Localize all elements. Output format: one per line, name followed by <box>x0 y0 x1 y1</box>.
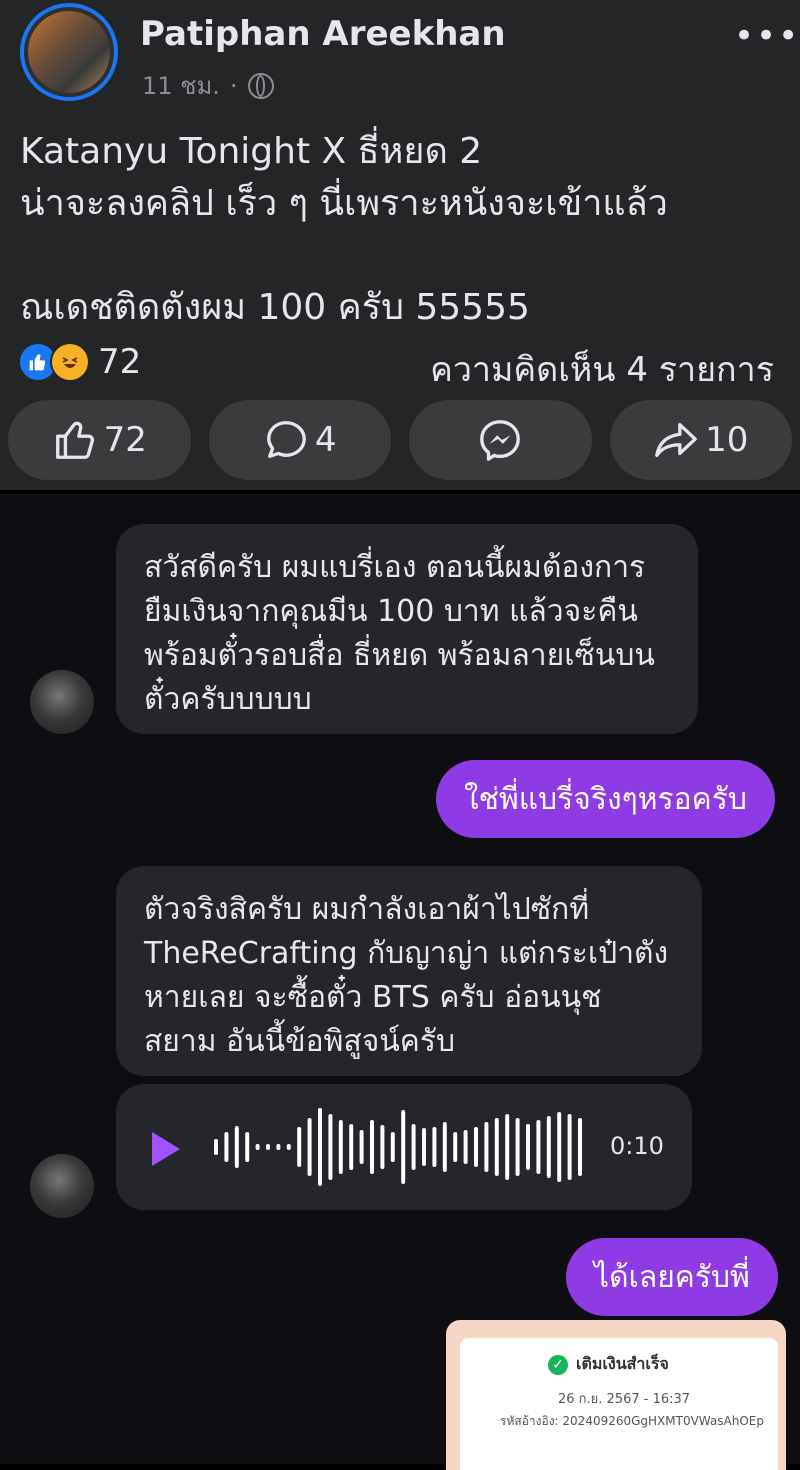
waveform-bar <box>474 1127 478 1167</box>
waveform-bar <box>224 1132 229 1162</box>
waveform-bar <box>338 1120 343 1174</box>
waveform-bar <box>411 1124 416 1170</box>
waveform-bar <box>328 1114 333 1180</box>
more-options-icon[interactable]: ••• <box>734 16 800 56</box>
receipt-datetime: 26 ก.ย. 2567 - 16:37 <box>558 1392 691 1407</box>
voice-message[interactable]: 0:10 <box>116 1084 692 1210</box>
topup-receipt-image[interactable]: ✓ เติมเงินสำเร็จ 26 ก.ย. 2567 - 16:37 รห… <box>446 1320 786 1470</box>
waveform-bar <box>234 1126 239 1168</box>
reactions-summary[interactable]: 72 <box>18 342 141 382</box>
outgoing-message: ได้เลยครับพี่ <box>566 1238 778 1316</box>
waveform-bar <box>380 1125 385 1169</box>
chat-screenshot: สวัสดีครับ ผมแบรี่เอง ตอนนี้ผมต้องการ ยื… <box>0 494 800 1470</box>
waveform-bar <box>494 1118 499 1176</box>
receipt-status: ✓ เติมเงินสำเร็จ <box>548 1352 669 1377</box>
waveform-bar <box>536 1120 541 1174</box>
waveform-bar <box>255 1144 260 1150</box>
waveform-bar <box>515 1118 520 1176</box>
waveform-bar <box>286 1144 291 1150</box>
waveform-bar <box>245 1132 250 1162</box>
author-avatar[interactable] <box>20 3 118 101</box>
incoming-message: ตัวจริงสิครับ ผมกำลังเอาผ้าไปซักที่ TheR… <box>116 866 702 1076</box>
post-time[interactable]: 11 ชม. <box>142 66 220 105</box>
messenger-icon <box>480 420 521 461</box>
waveform-bar <box>422 1128 426 1166</box>
share-arrow-icon <box>655 422 697 458</box>
share-button[interactable]: 10 <box>609 400 792 480</box>
waveform-bar <box>546 1116 551 1178</box>
waveform-bar <box>453 1132 458 1162</box>
waveform-bar <box>432 1127 437 1167</box>
post-text: Katanyu Tonight X ธี่หยด 2 น่าจะลงคลิป เ… <box>20 131 668 328</box>
waveform-bar <box>578 1118 582 1176</box>
meta-separator: · <box>229 71 238 100</box>
comment-summary[interactable]: ความคิดเห็น 4 รายการ <box>430 342 774 396</box>
waveform-bar <box>557 1112 562 1182</box>
author-name[interactable]: Patiphan Areekhan <box>140 14 506 54</box>
comment-icon <box>266 421 306 458</box>
waveform-bar <box>359 1130 364 1164</box>
incoming-message: สวัสดีครับ ผมแบรี่เอง ตอนนี้ผมต้องการ ยื… <box>116 524 698 734</box>
receipt-card: ✓ เติมเงินสำเร็จ 26 ก.ย. 2567 - 16:37 รห… <box>460 1338 778 1470</box>
waveform-bar <box>318 1108 322 1186</box>
waveform-bar <box>390 1132 395 1162</box>
contact-avatar[interactable] <box>30 670 94 734</box>
waveform-bar <box>214 1139 218 1155</box>
waveform-bar <box>349 1124 354 1170</box>
check-icon: ✓ <box>548 1354 568 1375</box>
post-actions: 72 4 10 <box>8 400 792 480</box>
voice-duration: 0:10 <box>610 1132 664 1160</box>
play-icon[interactable] <box>152 1132 180 1166</box>
waveform-bar <box>484 1122 489 1172</box>
comment-count: 4 <box>314 420 337 460</box>
waveform-bar <box>505 1114 510 1180</box>
reaction-count: 72 <box>98 342 142 382</box>
globe-icon <box>247 72 274 99</box>
waveform-bar <box>526 1124 530 1170</box>
waveform-bar <box>276 1144 281 1150</box>
waveform-bar <box>307 1118 312 1176</box>
waveform-bar <box>370 1120 374 1174</box>
like-count: 72 <box>103 420 147 460</box>
thumbs-up-icon <box>55 421 94 459</box>
waveform-bar <box>297 1127 302 1167</box>
waveform-bar <box>266 1144 270 1150</box>
facebook-post: Patiphan Areekhan 11 ชม. · ••• Katanyu T… <box>0 0 800 490</box>
waveform-bar <box>463 1130 468 1164</box>
messenger-button[interactable] <box>409 400 592 480</box>
haha-reaction-icon <box>50 342 90 382</box>
like-button[interactable]: 72 <box>8 400 191 480</box>
waveform-bar <box>401 1110 406 1184</box>
waveform-bar <box>442 1122 447 1172</box>
contact-avatar[interactable] <box>30 1154 94 1218</box>
share-count: 10 <box>705 420 749 460</box>
receipt-status-text: เติมเงินสำเร็จ <box>576 1354 669 1373</box>
comment-button[interactable]: 4 <box>208 400 391 480</box>
post-meta: 11 ชม. · <box>142 66 274 105</box>
outgoing-message: ใช่พี่แบรี่จริงๆหรอครับ <box>436 760 775 838</box>
receipt-reference: รหัสอ้างอิง: 202409260GgHXMT0VWasAhOEp <box>500 1414 764 1428</box>
audio-waveform <box>214 1108 582 1186</box>
waveform-bar <box>567 1114 572 1180</box>
